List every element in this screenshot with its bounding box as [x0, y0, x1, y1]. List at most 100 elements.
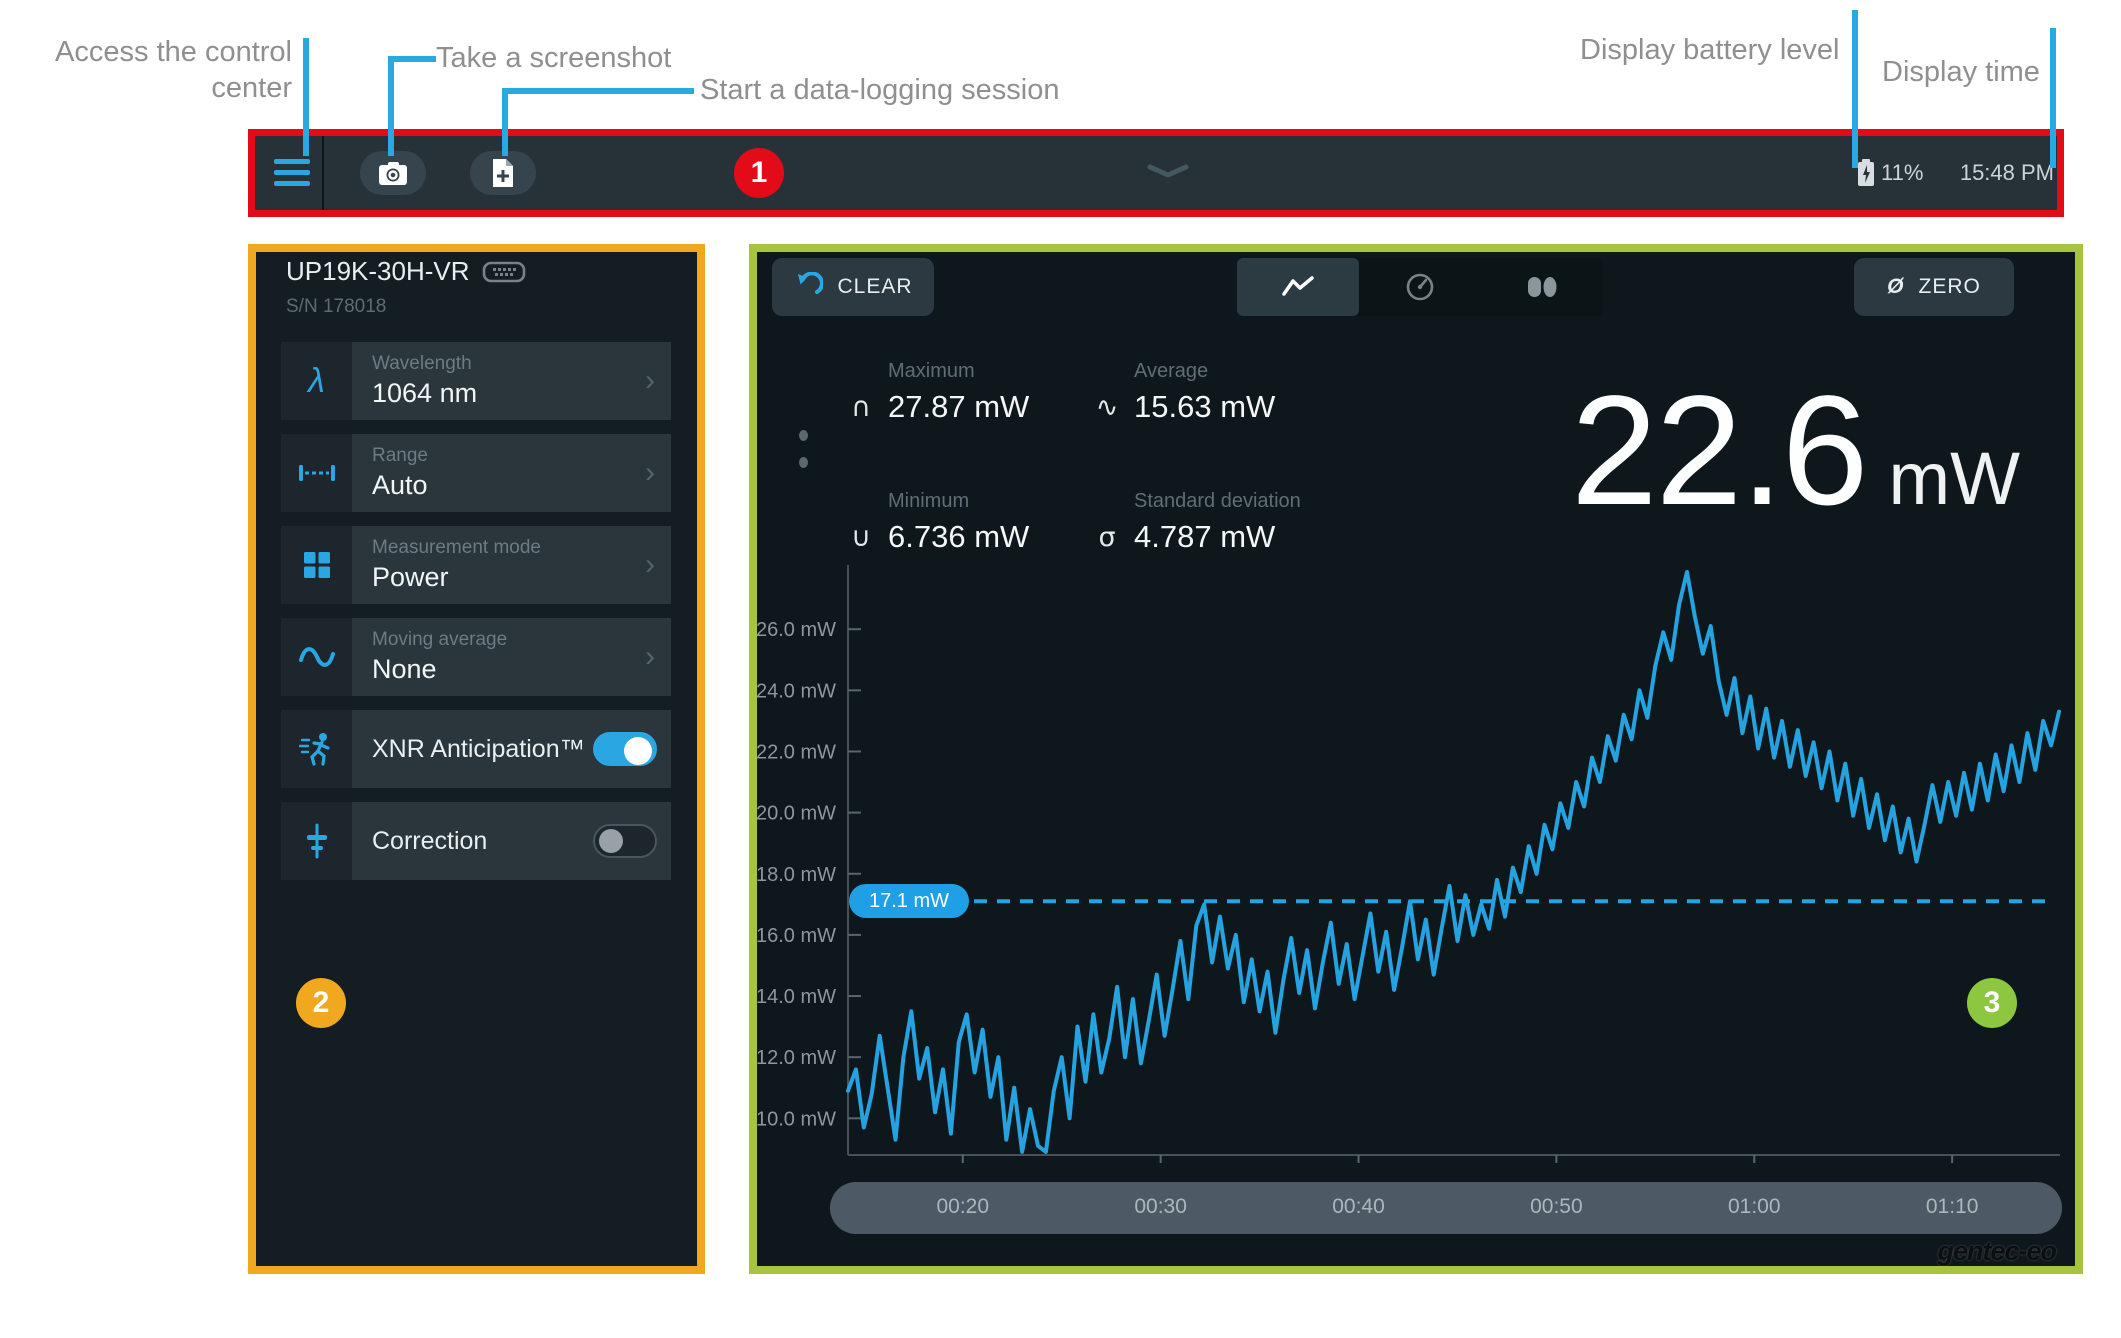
x-tick-label: 01:00	[1727, 1195, 1781, 1218]
connector-icon	[482, 261, 525, 282]
runner-icon	[281, 710, 352, 788]
callout-line-control-center	[303, 38, 309, 156]
clock: 15:48 PM	[1959, 160, 2054, 185]
x-tick-label: 00:40	[1332, 1195, 1385, 1218]
tab-needle-view[interactable]	[1359, 258, 1481, 316]
callout-line-time	[2050, 28, 2056, 168]
callout-badge-2: 2	[296, 978, 346, 1028]
x-tick-label: 00:20	[936, 1195, 990, 1218]
x-tick-label: 00:50	[1530, 1195, 1583, 1218]
chevron-right-icon: ›	[645, 640, 655, 673]
sigma-icon: σ	[1098, 521, 1116, 553]
tab-scope-view[interactable]	[1237, 258, 1359, 316]
setting-moving-average[interactable]: Moving average None ›	[281, 618, 671, 696]
setting-value: 1064 nm	[372, 378, 478, 408]
stat-value: 4.787 mW	[1134, 519, 1276, 554]
stat-label: Maximum	[888, 360, 975, 382]
setting-wavelength[interactable]: λ Wavelength 1064 nm ›	[281, 342, 671, 420]
callout-badge-1: 1	[734, 148, 784, 198]
stat-value: 15.63 mW	[1134, 389, 1276, 424]
device-header: UP19K-30H-VR	[286, 256, 526, 287]
pulldown-chevron-icon[interactable]	[1146, 164, 1190, 178]
battery-level: 11%	[1881, 160, 1924, 185]
setting-value: None	[372, 654, 437, 684]
chevron-right-icon: ›	[645, 456, 655, 489]
screenshot-button[interactable]	[360, 151, 426, 195]
gentec-logo: gentec-eo	[1937, 1236, 2057, 1266]
average-icon: ∿	[1095, 391, 1119, 423]
callout-line-screenshot-h	[388, 56, 436, 62]
battery-icon	[1858, 159, 1874, 186]
setting-value: Auto	[372, 470, 428, 500]
annotation-battery: Display battery level	[1580, 34, 1840, 66]
view-tabs	[1237, 258, 1603, 316]
setting-range[interactable]: Range Auto ›	[281, 434, 671, 512]
setting-label: Range	[372, 445, 428, 466]
setting-label: Wavelength	[372, 353, 472, 374]
callout-badge-3: 3	[1967, 978, 2017, 1028]
new-log-file-icon	[493, 159, 513, 187]
zero-icon: Ø	[1887, 275, 1905, 298]
stat-std-dev: Standard deviation σ 4.787 mW	[1092, 490, 1301, 555]
stat-label: Standard deviation	[1134, 490, 1301, 512]
reading-value: 22.6	[1570, 364, 1869, 538]
stat-maximum: Maximum ∩ 27.87 mW	[846, 360, 1029, 425]
annotation-datalog: Start a data-logging session	[700, 74, 1060, 106]
cylinder-icon	[1528, 277, 1557, 297]
callout-line-datalog-h	[502, 88, 694, 94]
top-bar-divider	[322, 136, 324, 210]
x-tick-label: 01:10	[1925, 1195, 1979, 1218]
toggle-knob	[624, 737, 652, 765]
line-chart-icon	[1282, 276, 1314, 296]
callout-line-screenshot-v	[388, 56, 394, 156]
data-logging-button[interactable]	[470, 151, 536, 195]
stat-minimum: Minimum ∪ 6.736 mW	[846, 490, 1029, 555]
annotation-screenshot: Take a screenshot	[436, 42, 672, 74]
x-tick-label: 00:30	[1134, 1195, 1187, 1218]
maximum-icon: ∩	[851, 391, 871, 423]
reading-unit: mW	[1888, 437, 2021, 520]
gauge-icon	[1406, 273, 1434, 301]
tab-averaging-view[interactable]	[1481, 258, 1603, 316]
chevron-right-icon: ›	[645, 548, 655, 581]
chevron-right-icon: ›	[645, 364, 655, 397]
setting-label: Moving average	[372, 629, 508, 650]
correction-toggle[interactable]	[593, 824, 657, 858]
setting-value: Power	[372, 562, 449, 592]
sine-wave-icon	[281, 618, 352, 696]
device-name: UP19K-30H-VR	[286, 256, 470, 286]
control-center-menu-button[interactable]	[274, 159, 310, 186]
callout-line-battery	[1852, 10, 1858, 168]
threshold-bubble[interactable]: 17.1 mW	[849, 884, 969, 918]
correction-icon	[281, 802, 352, 880]
setting-correction[interactable]: Correction	[281, 802, 671, 880]
callout-line-datalog-v	[502, 88, 508, 156]
stat-value: 6.736 mW	[888, 519, 1030, 554]
zero-button[interactable]: Ø ZERO	[1854, 258, 2014, 316]
minimum-icon: ∪	[851, 521, 871, 553]
clear-label: CLEAR	[837, 275, 913, 298]
time-scrollbar[interactable]: 00:20 00:30 00:40 00:50 01:00 01:10	[830, 1182, 2062, 1234]
stat-label: Minimum	[888, 490, 970, 512]
clear-button[interactable]: CLEAR	[772, 258, 934, 316]
device-serial: S/N 178018	[286, 296, 387, 317]
lambda-icon: λ	[281, 342, 352, 420]
undo-icon	[798, 272, 824, 294]
toggle-knob	[599, 829, 623, 853]
stat-label: Average	[1134, 360, 1209, 382]
setting-xnr-anticipation[interactable]: XNR Anticipation™	[281, 710, 671, 788]
stats-drag-handle[interactable]	[799, 430, 808, 468]
zero-label: ZERO	[1918, 275, 1981, 298]
manual-page: Access the control center Take a screens…	[0, 0, 2121, 1338]
camera-icon	[379, 161, 407, 185]
setting-label: Measurement mode	[372, 537, 541, 558]
xnr-anticipation-toggle[interactable]	[593, 732, 657, 766]
annotation-time: Display time	[1882, 56, 2040, 88]
settings-list: λ Wavelength 1064 nm › Range Auto › Meas…	[281, 342, 671, 894]
annotation-control-center: Access the control center	[55, 36, 292, 104]
setting-measurement-mode[interactable]: Measurement mode Power ›	[281, 526, 671, 604]
stat-average: Average ∿ 15.63 mW	[1092, 360, 1276, 425]
stat-value: 27.87 mW	[888, 389, 1030, 424]
range-icon	[281, 434, 352, 512]
grid-icon	[281, 526, 352, 604]
